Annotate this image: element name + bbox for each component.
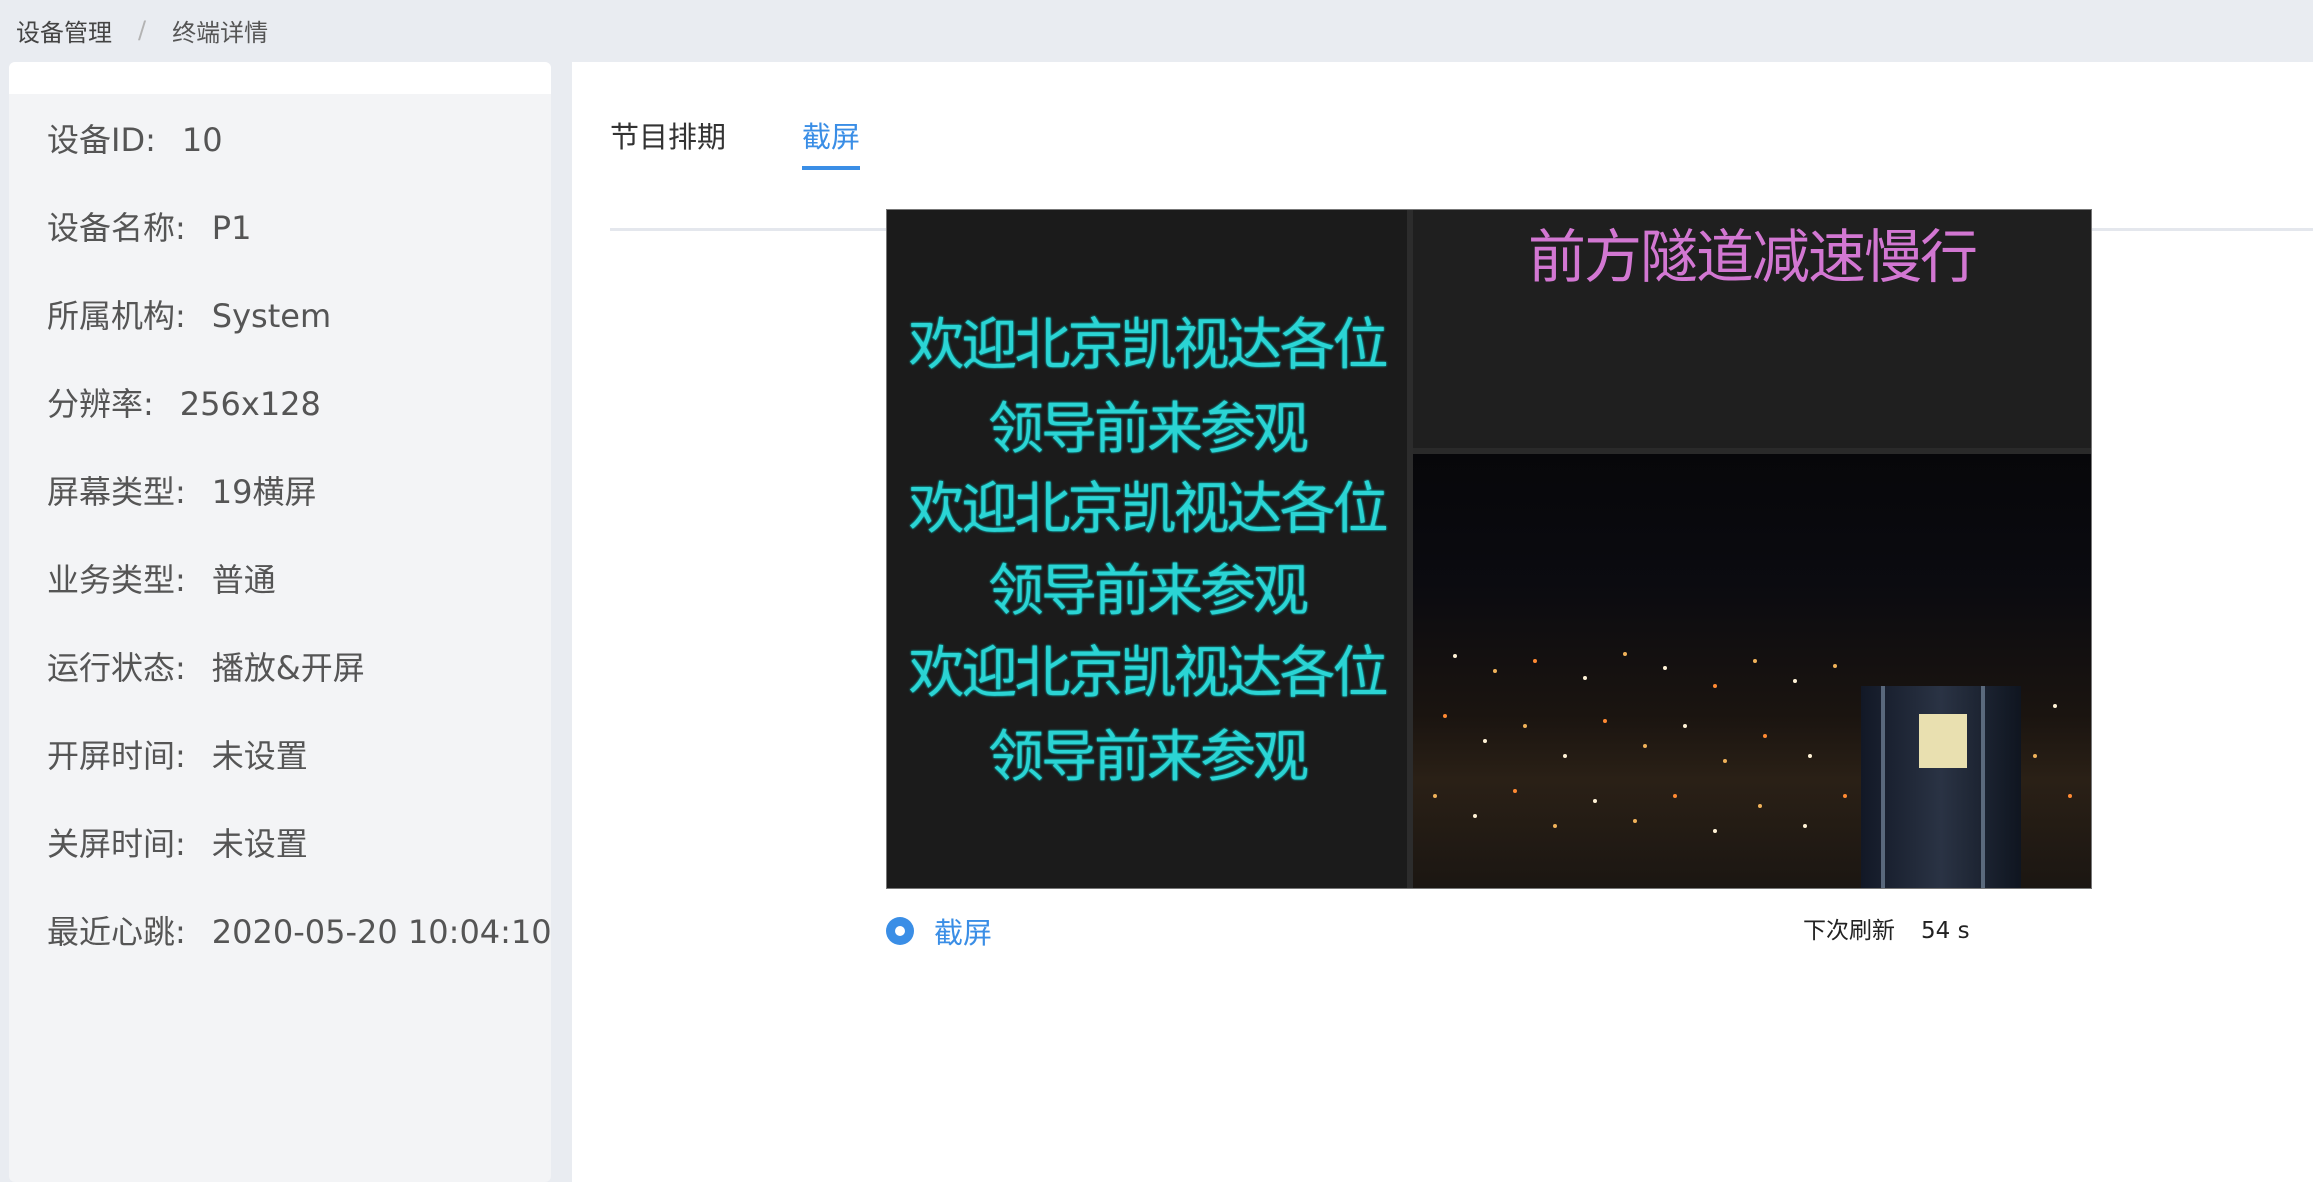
info-row-power-on-time: 开屏时间: 未设置 [47,734,308,778]
led-text-line: 欢迎北京凯视达各位 [908,641,1389,706]
tab-screenshot[interactable]: 截屏 [802,114,861,174]
info-value: 普通 [211,561,276,599]
info-row-device-name: 设备名称: P1 [47,206,251,250]
info-label: 运行状态: [47,649,186,687]
info-label: 设备名称: [47,209,186,247]
led-text-zone: 欢迎北京凯视达各位 领导前来参观 欢迎北京凯视达各位 领导前来参观 欢迎北京凯视… [887,210,1407,888]
tab-program-schedule[interactable]: 节目排期 [610,114,726,174]
tower-building [1861,686,2021,888]
info-label: 设备ID: [47,121,156,159]
breadcrumb-separator: / [138,16,147,44]
info-label: 业务类型: [47,561,186,599]
info-row-last-heartbeat: 最近心跳: 2020-05-20 10:04:10 [47,910,551,954]
led-text-line: 领导前来参观 [988,559,1309,624]
info-label: 所属机构: [47,297,186,335]
info-row-power-off-time: 关屏时间: 未设置 [47,822,308,866]
tab-bar: 节目排期 截屏 [610,114,2313,231]
info-value: 2020-05-20 10:04:10 [211,913,551,951]
info-label: 屏幕类型: [47,473,186,511]
info-value: 19横屏 [211,473,317,511]
refresh-countdown: 下次刷新 54 s [1803,914,1970,948]
info-value: 10 [181,121,223,159]
screenshot-radio-option[interactable]: 截屏 [886,914,992,950]
led-text-line: 领导前来参观 [988,725,1309,790]
led-text-line: 领导前来参观 [988,397,1309,462]
info-label: 最近心跳: [47,913,186,951]
info-row-organization: 所属机构: System [47,294,331,338]
breadcrumb: 设备管理 / 终端详情 [16,13,269,48]
breadcrumb-current: 终端详情 [172,18,269,47]
panel-header-strip [9,62,551,94]
radio-label[interactable]: 截屏 [934,910,992,952]
info-row-resolution: 分辨率: 256x128 [47,382,321,426]
info-row-screen-type: 屏幕类型: 19横屏 [47,470,317,514]
info-label: 开屏时间: [47,737,186,775]
device-info-panel: 设备ID: 10 设备名称: P1 所属机构: System 分辨率: 256x128 … [9,62,551,1182]
info-label: 关屏时间: [47,825,186,863]
info-value: 256x128 [179,385,321,423]
info-row-device-id: 设备ID: 10 [47,118,223,162]
info-label: 分辨率: [47,385,154,423]
led-text-line: 欢迎北京凯视达各位 [908,313,1389,378]
city-night-image [1413,454,2091,888]
led-notice-text: 前方隧道减速慢行 [1527,223,1978,291]
info-row-run-status: 运行状态: 播放&开屏 [47,646,365,690]
screenshot-image: 欢迎北京凯视达各位 领导前来参观 欢迎北京凯视达各位 领导前来参观 欢迎北京凯视… [886,209,2092,889]
info-value: System [211,297,332,335]
info-value: 播放&开屏 [211,649,365,687]
led-text-line: 欢迎北京凯视达各位 [908,477,1389,542]
refresh-count: 54 s [1921,918,1970,944]
info-value: P1 [211,209,252,247]
info-value: 未设置 [211,825,308,863]
refresh-label: 下次刷新 [1803,918,1895,944]
info-value: 未设置 [211,737,308,775]
breadcrumb-root[interactable]: 设备管理 [16,13,112,48]
led-notice-zone: 前方隧道减速慢行 [1413,210,2091,454]
radio-selected-icon[interactable] [886,917,914,945]
info-row-business-type: 业务类型: 普通 [47,558,276,602]
